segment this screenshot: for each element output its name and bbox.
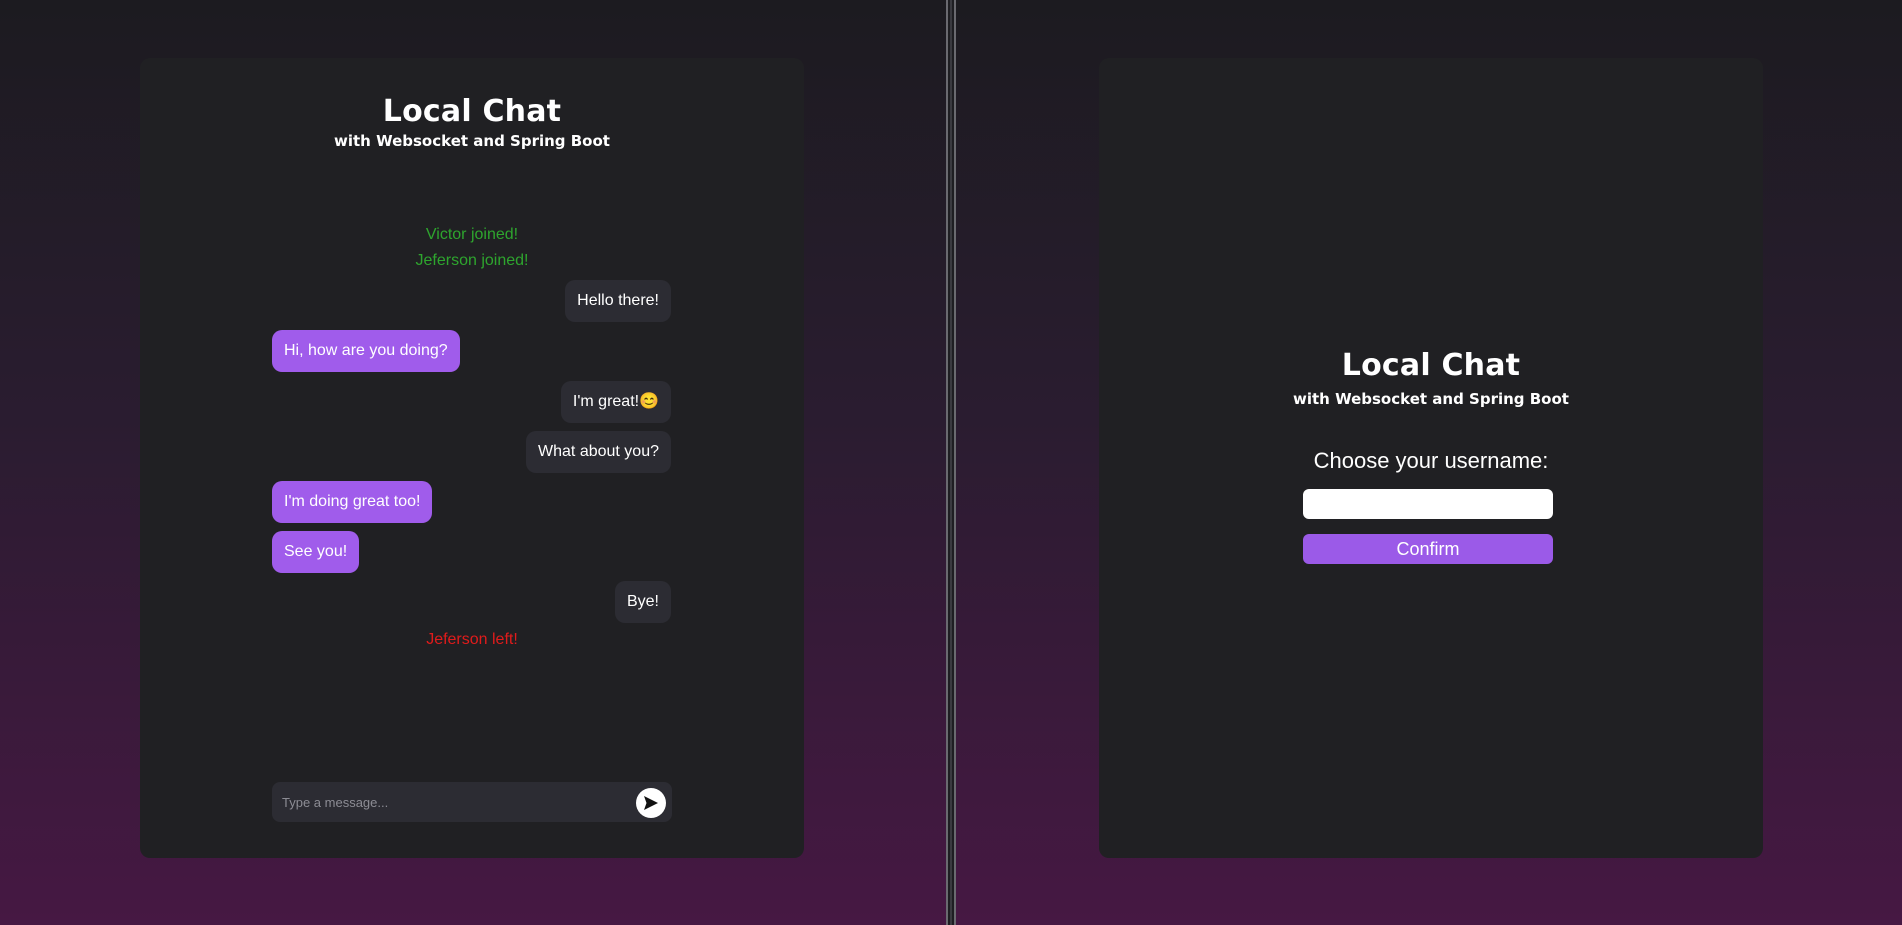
chat-window-pane: Local Chat with Websocket and Spring Boo… <box>0 0 946 925</box>
confirm-button[interactable]: Confirm <box>1303 534 1553 564</box>
username-input[interactable] <box>1303 489 1553 519</box>
app-title: Local Chat <box>1341 348 1521 383</box>
join-notice-jeferson: Jeferson joined! <box>415 252 529 269</box>
join-notice-victor: Victor joined! <box>425 226 519 243</box>
message-bubble-sent: What about you? <box>526 431 671 473</box>
app-subtitle: with Websocket and Spring Boot <box>334 132 610 150</box>
send-arrow-icon <box>644 796 658 810</box>
username-prompt: Choose your username: <box>1313 448 1549 473</box>
app-title: Local Chat <box>382 94 562 129</box>
message-bubble-received: See you! <box>272 531 360 573</box>
login-window-pane: Local Chat with Websocket and Spring Boo… <box>956 0 1902 925</box>
chat-card: Local Chat with Websocket and Spring Boo… <box>140 58 804 858</box>
message-bubble-received: I'm doing great too! <box>272 481 433 523</box>
message-composer <box>272 782 672 822</box>
window-divider <box>946 0 956 925</box>
leave-notice-jeferson: Jeferson left! <box>426 631 518 648</box>
send-button[interactable] <box>636 788 666 818</box>
message-bubble-received: Hi, how are you doing? <box>272 330 460 372</box>
message-bubble-sent: Hello there! <box>565 280 671 322</box>
message-input[interactable] <box>272 782 632 822</box>
message-bubble-sent: Bye! <box>614 581 671 623</box>
app-subtitle: with Websocket and Spring Boot <box>1293 390 1569 408</box>
message-bubble-sent: I'm great!😊 <box>560 381 671 423</box>
login-card: Local Chat with Websocket and Spring Boo… <box>1099 58 1763 858</box>
